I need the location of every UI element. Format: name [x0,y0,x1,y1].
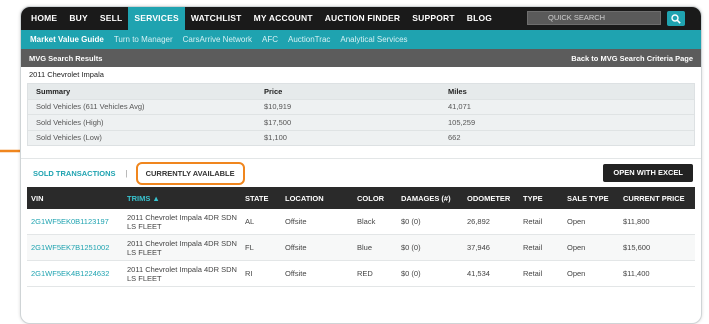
cell-location: Offsite [281,209,353,235]
subnav-turn-to-manager[interactable]: Turn to Manager [109,35,178,44]
summary-price: $17,500 [264,117,292,127]
cell-sale-type: Open [563,234,619,261]
cell-trim: 2011 Chevrolet Impala 4DR SDN LS FLEET [123,260,241,287]
col-location[interactable]: LOCATION [281,187,353,209]
services-subnav: Market Value Guide Turn to Manager CarsA… [21,30,701,49]
cell-type: Retail [519,260,563,287]
summary-label: Sold Vehicles (High) [36,117,104,127]
col-type[interactable]: TYPE [519,187,563,209]
cell-current-price: $11,800 [619,209,695,235]
nav-my-account[interactable]: MY ACCOUNT [248,7,319,30]
cell-trim: 2011 Chevrolet Impala 4DR SDN LS FLEET [123,234,241,261]
summary-row: Sold Vehicles (High) $17,500 105,259 [28,115,694,131]
summary-price: $1,100 [264,133,287,143]
cell-state: RI [241,260,281,287]
vin-link[interactable]: 2G1WF5EK7B1251002 [27,234,123,261]
summary-header-summary: Summary [36,86,71,96]
cell-current-price: $11,400 [619,260,695,287]
open-with-excel-button[interactable]: OPEN WITH EXCEL [603,164,693,182]
col-odometer[interactable]: ODOMETER [463,187,519,209]
col-trims[interactable]: TRIMS ▲ [123,187,241,209]
summary-header-price: Price [264,86,283,96]
summary-header-miles: Miles [448,86,467,96]
subnav-auctiontrac[interactable]: AuctionTrac [283,35,335,44]
quick-search-input[interactable]: QUICK SEARCH [527,11,661,25]
col-color[interactable]: COLOR [353,187,397,209]
cell-current-price: $15,600 [619,234,695,261]
summary-label: Sold Vehicles (Low) [36,133,102,143]
col-damages[interactable]: DAMAGES (#) [397,187,463,209]
tab-separator: | [125,168,128,178]
table-header-row: VIN TRIMS ▲ STATE LOCATION COLOR DAMAGES… [27,187,695,209]
subnav-carsarrive-network[interactable]: CarsArrive Network [178,35,257,44]
cell-sale-type: Open [563,260,619,287]
summary-price: $10,919 [264,102,292,112]
cell-color: Black [353,209,397,235]
col-state[interactable]: STATE [241,187,281,209]
nav-support[interactable]: SUPPORT [406,7,461,30]
tab-currently-available[interactable]: CURRENTLY AVAILABLE [135,161,245,185]
table-row[interactable]: 2G1WF5EK7B1251002 2011 Chevrolet Impala … [27,234,695,261]
nav-watchlist[interactable]: WATCHLIST [185,7,248,30]
summary-miles: 41,071 [448,102,471,112]
col-vin[interactable]: VIN [27,187,123,209]
nav-auction-finder[interactable]: AUCTION FINDER [319,7,407,30]
vin-link[interactable]: 2G1WF5EK4B1224632 [27,260,123,287]
subnav-afc[interactable]: AFC [257,35,283,44]
col-sale-type[interactable]: SALE TYPE [563,187,619,209]
cell-type: Retail [519,234,563,261]
cell-color: RED [353,260,397,287]
subnav-analytical-services[interactable]: Analytical Services [335,35,412,44]
summary-label: Sold Vehicles (611 Vehicles Avg) [36,102,145,112]
summary-header-row: Summary Price Miles [28,84,694,100]
summary-table: Summary Price Miles Sold Vehicles (611 V… [27,83,695,146]
listings-table: VIN TRIMS ▲ STATE LOCATION COLOR DAMAGES… [27,187,695,287]
nav-home[interactable]: HOME [25,7,63,30]
top-navigation: HOME BUY SELL SERVICES WATCHLIST MY ACCO… [21,7,701,30]
app-window: HOME BUY SELL SERVICES WATCHLIST MY ACCO… [20,6,702,324]
cell-sale-type: Open [563,209,619,235]
cell-damages: $0 (0) [397,234,463,261]
cell-trim: 2011 Chevrolet Impala 4DR SDN LS FLEET [123,209,241,235]
cell-odometer: 41,534 [463,260,519,287]
table-row[interactable]: 2G1WF5EK4B1224632 2011 Chevrolet Impala … [27,260,695,287]
nav-services[interactable]: SERVICES [128,7,185,30]
results-header: MVG Search Results Back to MVG Search Cr… [21,49,701,67]
cell-state: AL [241,209,281,235]
summary-row: Sold Vehicles (611 Vehicles Avg) $10,919… [28,100,694,115]
summary-miles: 105,259 [448,117,476,127]
subnav-market-value-guide[interactable]: Market Value Guide [25,35,109,44]
vehicle-title: 2011 Chevrolet Impala [21,67,701,83]
cell-color: Blue [353,234,397,261]
cell-location: Offsite [281,260,353,287]
nav-blog[interactable]: BLOG [461,7,498,30]
tab-sold-transactions[interactable]: SOLD TRANSACTIONS [33,169,116,178]
col-current-price[interactable]: CURRENT PRICE [619,187,695,209]
search-icon [671,13,681,24]
cell-damages: $0 (0) [397,209,463,235]
table-row[interactable]: 2G1WF5EK0B1123197 2011 Chevrolet Impala … [27,209,695,235]
cell-damages: $0 (0) [397,260,463,287]
cell-state: FL [241,234,281,261]
nav-sell[interactable]: SELL [94,7,129,30]
back-to-criteria-link[interactable]: Back to MVG Search Criteria Page [571,54,693,63]
search-button[interactable] [667,11,685,26]
cell-type: Retail [519,209,563,235]
cell-odometer: 37,946 [463,234,519,261]
results-title: MVG Search Results [29,53,103,63]
summary-miles: 662 [448,133,461,143]
listing-tabs: SOLD TRANSACTIONS | CURRENTLY AVAILABLE … [21,158,701,187]
cell-location: Offsite [281,234,353,261]
vin-link[interactable]: 2G1WF5EK0B1123197 [27,209,123,235]
summary-row: Sold Vehicles (Low) $1,100 662 [28,131,694,146]
cell-odometer: 26,892 [463,209,519,235]
nav-buy[interactable]: BUY [63,7,94,30]
